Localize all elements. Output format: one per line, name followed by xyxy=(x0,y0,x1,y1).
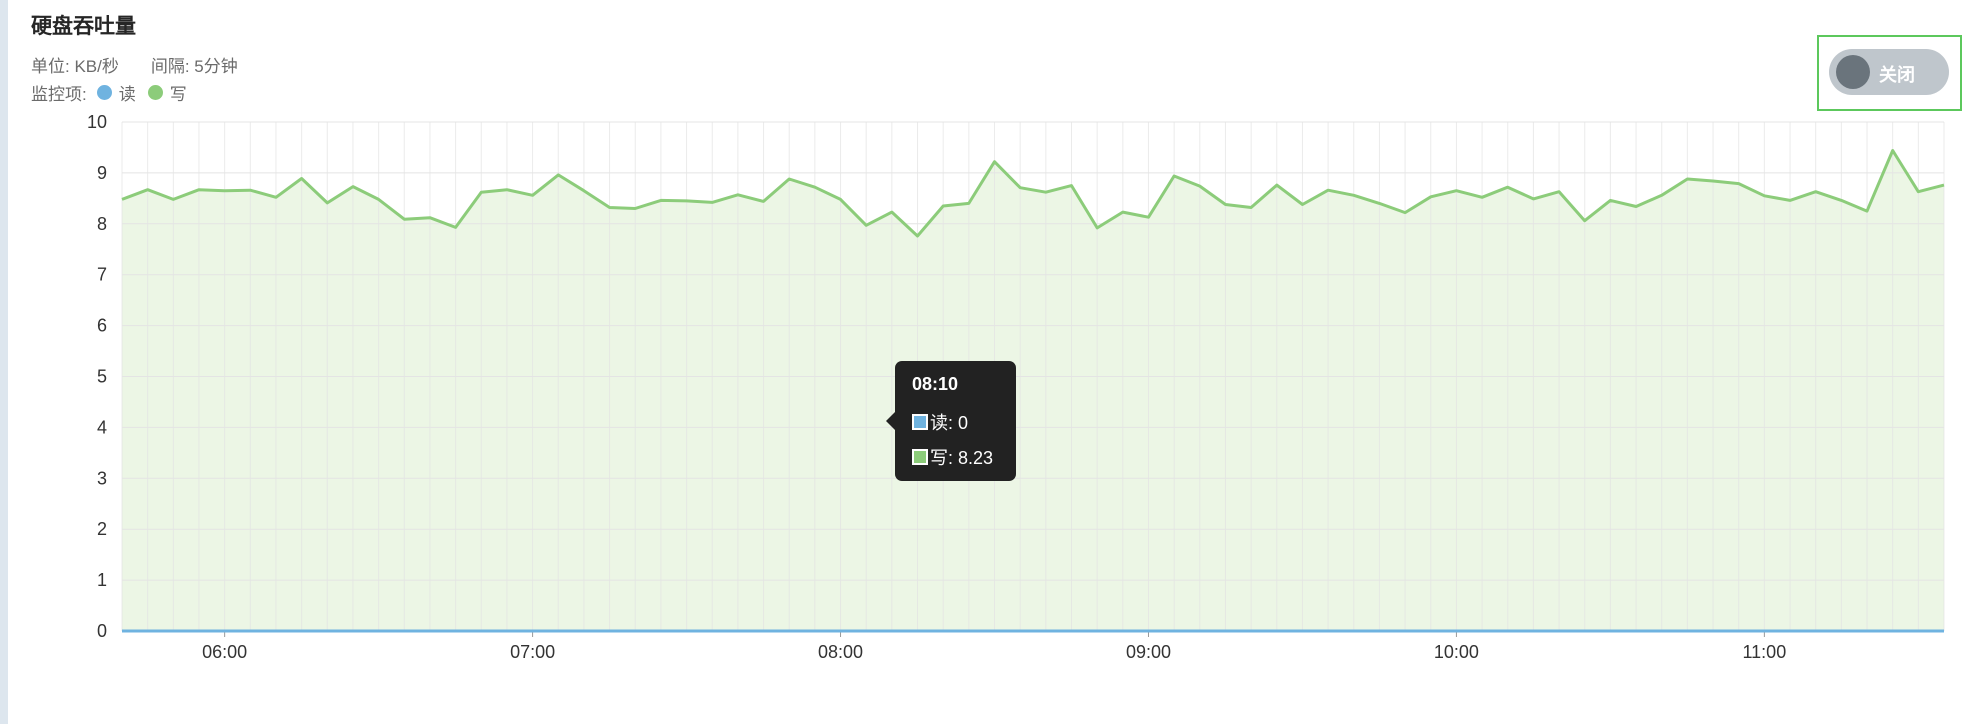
y-tick-label: 10 xyxy=(87,112,107,132)
y-tick-label: 6 xyxy=(97,316,107,336)
tooltip-time: 08:10 xyxy=(912,374,959,394)
y-tick-label: 2 xyxy=(97,519,107,539)
tooltip-row-read: 读: 0 xyxy=(912,409,968,435)
tooltip-swatch-write xyxy=(912,449,928,465)
y-tick-label: 7 xyxy=(97,265,107,285)
x-tick-label: 11:00 xyxy=(1743,642,1787,662)
x-tick-label: 09:00 xyxy=(1126,642,1171,662)
tooltip-write-value: 写: 8.23 xyxy=(930,448,994,468)
y-tick-label: 9 xyxy=(97,163,107,183)
tooltip-swatch-read xyxy=(912,414,928,430)
x-tick-label: 10:00 xyxy=(1434,642,1479,662)
tooltip-row-write: 写: 8.23 xyxy=(912,444,993,470)
chart-tooltip: 08:10 读: 0 写: 8.23 xyxy=(886,361,1016,481)
y-tick-label: 4 xyxy=(97,417,107,437)
x-tick-label: 08:00 xyxy=(818,642,863,662)
write-area-fill xyxy=(122,150,1944,631)
y-tick-label: 3 xyxy=(97,468,107,488)
y-tick-label: 8 xyxy=(97,214,107,234)
y-tick-label: 0 xyxy=(97,621,107,641)
tooltip-read-value: 读: 0 xyxy=(930,413,969,433)
x-tick-label: 07:00 xyxy=(510,642,555,662)
y-tick-label: 1 xyxy=(97,570,107,590)
y-tick-label: 5 xyxy=(97,367,107,387)
x-tick-label: 06:00 xyxy=(202,642,247,662)
